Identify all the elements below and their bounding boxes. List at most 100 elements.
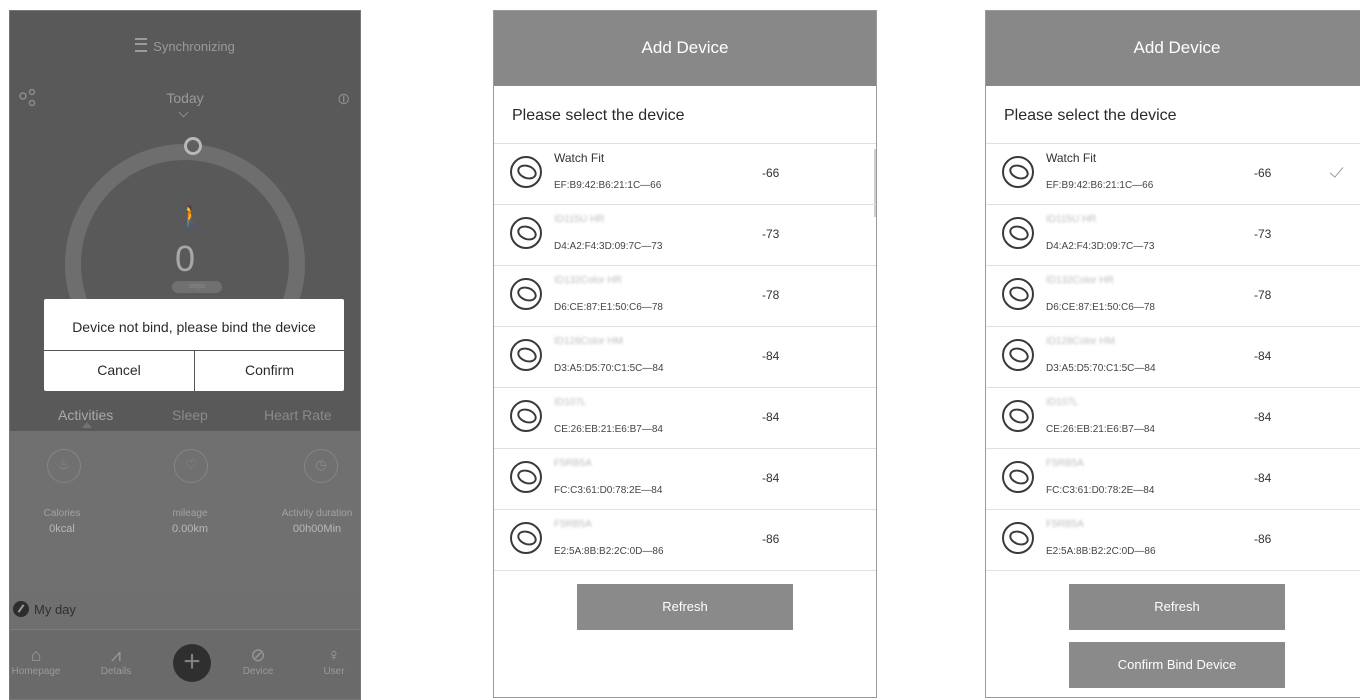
device-name: Watch Fit: [1046, 151, 1097, 165]
device-rssi: -84: [1254, 349, 1272, 363]
tab-sleep[interactable]: Sleep: [172, 407, 208, 423]
nav-user[interactable]: ♀ User: [304, 644, 360, 677]
add-device-screen-selected: Add Device Please select the device Watc…: [985, 10, 1360, 698]
band-icon: [1002, 522, 1034, 554]
band-icon: [510, 522, 542, 554]
mileage-label: mileage: [172, 508, 208, 519]
activity-duration-value: 00h00Min: [292, 523, 342, 535]
nav-homepage[interactable]: ⌂ Homepage: [10, 644, 66, 677]
tab-indicator: [82, 422, 92, 428]
nav-device-label: Device: [242, 666, 274, 677]
sync-text: Synchronizing: [153, 39, 235, 54]
progress-dot: [184, 137, 202, 155]
my-day-label: My day: [34, 602, 76, 617]
device-row[interactable]: ID107L CE:26:EB:21:E6:B7—84 -84: [494, 387, 876, 448]
refresh-button[interactable]: Refresh: [577, 584, 793, 630]
band-icon: [1002, 400, 1034, 432]
band-icon: [1002, 461, 1034, 493]
activity-duration-label: Activity duration: [281, 508, 353, 519]
device-row[interactable]: ID128Color HM D3:A5:D5:70:C1:5C—84 -84: [494, 326, 876, 387]
flame-icon: ♨: [47, 449, 81, 483]
checkmark-icon: [1329, 163, 1344, 178]
tab-heart-rate[interactable]: Heart Rate: [264, 407, 332, 423]
device-name: ID107L: [1046, 397, 1079, 408]
device-mac: D4:A2:F4:3D:09:7C—73: [1046, 241, 1155, 252]
cancel-button[interactable]: Cancel: [44, 351, 195, 391]
device-name: F5RB5A: [1046, 458, 1084, 469]
confirm-bind-device-button[interactable]: Confirm Bind Device: [1069, 642, 1285, 688]
my-day-row[interactable]: My day: [10, 591, 360, 629]
device-row[interactable]: ID132Color HR D6:CE:87:E1:50:C6—78 -78: [494, 265, 876, 326]
device-row-selected[interactable]: Watch Fit EF:B9:42:B6:21:1C—66 -66: [986, 143, 1360, 204]
device-row[interactable]: ID115U HR D4:A2:F4:3D:09:7C—73 -73: [494, 204, 876, 265]
steps-value: 0: [174, 238, 196, 279]
compass-icon: ⊘: [250, 645, 266, 665]
add-device-screen: Add Device Please select the device Watc…: [493, 10, 877, 698]
band-icon: [510, 156, 542, 188]
nav-device[interactable]: ⊘ Device: [228, 644, 288, 677]
dialog-message: Device not bind, please bind the device: [44, 299, 344, 351]
device-row[interactable]: ID107L CE:26:EB:21:E6:B7—84 -84: [986, 387, 1360, 448]
device-name: ID132Color HR: [554, 275, 622, 286]
device-row[interactable]: Watch Fit EF:B9:42:B6:21:1C—66 -66: [494, 143, 876, 204]
location-pin-icon: ♡: [174, 449, 208, 483]
nav-details-label: Details: [100, 666, 132, 677]
device-rssi: -66: [762, 166, 780, 180]
device-list: Watch Fit EF:B9:42:B6:21:1C—66 -66 ID115…: [986, 143, 1360, 571]
calories-value: 0kcal: [49, 523, 75, 535]
device-name: F5RB5A: [1046, 519, 1084, 530]
band-icon: [510, 461, 542, 493]
device-rssi: -84: [762, 349, 780, 363]
device-name: ID128Color HM: [554, 336, 623, 347]
screen-title: Add Device: [494, 11, 876, 86]
device-name: F5RB5A: [554, 519, 592, 530]
device-name: ID128Color HM: [1046, 336, 1115, 347]
add-button[interactable]: +: [173, 644, 211, 682]
device-mac: D4:A2:F4:3D:09:7C—73: [554, 241, 663, 252]
device-rssi: -86: [1254, 532, 1272, 546]
band-icon: [1002, 278, 1034, 310]
metric-tabs: Activities Sleep Heart Rate: [10, 407, 360, 431]
confirm-button[interactable]: Confirm: [195, 351, 344, 391]
sync-icon: [135, 38, 148, 52]
compass-icon: [13, 601, 29, 617]
chevron-down-icon[interactable]: [178, 107, 189, 118]
bottom-nav: ⌂ Homepage ⩘ Details + ⊘ Device ♀ User: [10, 629, 360, 699]
nav-details[interactable]: ⩘ Details: [86, 644, 146, 677]
chart-icon: ⩘: [110, 645, 122, 665]
device-row[interactable]: ID128Color HM D3:A5:D5:70:C1:5C—84 -84: [986, 326, 1360, 387]
select-device-prompt: Please select the device: [1004, 107, 1177, 124]
band-icon: [510, 339, 542, 371]
calories-label: Calories: [43, 508, 81, 519]
device-name: Watch Fit: [554, 151, 605, 165]
device-rssi: -73: [762, 227, 780, 241]
band-icon: [1002, 217, 1034, 249]
device-mac: D3:A5:D5:70:C1:5C—84: [554, 363, 664, 374]
date-selector[interactable]: Today: [10, 90, 360, 106]
select-device-prompt: Please select the device: [512, 107, 685, 124]
device-rssi: -73: [1254, 227, 1272, 241]
user-icon: ♀: [327, 645, 341, 665]
sync-status: Synchronizing: [10, 38, 360, 54]
device-row[interactable]: F5RB5A FC:C3:61:D0:78:2E—84 -84: [494, 448, 876, 509]
device-mac: E2:5A:8B:B2:2C:0D—86: [554, 546, 664, 557]
device-name: ID115U HR: [1046, 214, 1097, 225]
device-row[interactable]: ID115U HR D4:A2:F4:3D:09:7C—73 -73: [986, 204, 1360, 265]
device-mac: CE:26:EB:21:E6:B7—84: [554, 424, 663, 435]
device-rssi: -84: [1254, 471, 1272, 485]
device-mac: D3:A5:D5:70:C1:5C—84: [1046, 363, 1156, 374]
device-row[interactable]: F5RB5A E2:5A:8B:B2:2C:0D—86 -86: [986, 509, 1360, 571]
mileage-value: 0.00km: [171, 523, 209, 535]
nav-user-label: User: [323, 666, 345, 677]
refresh-button[interactable]: Refresh: [1069, 584, 1285, 630]
band-icon: [510, 217, 542, 249]
device-row[interactable]: F5RB5A FC:C3:61:D0:78:2E—84 -84: [986, 448, 1360, 509]
device-row[interactable]: ID132Color HR D6:CE:87:E1:50:C6—78 -78: [986, 265, 1360, 326]
device-rssi: -66: [1254, 166, 1272, 180]
device-mac: D6:CE:87:E1:50:C6—78: [1046, 302, 1155, 313]
device-name: ID132Color HR: [1046, 275, 1114, 286]
device-row[interactable]: F5RB5A E2:5A:8B:B2:2C:0D—86 -86: [494, 509, 876, 571]
device-mac: CE:26:EB:21:E6:B7—84: [1046, 424, 1155, 435]
device-list: Watch Fit EF:B9:42:B6:21:1C—66 -66 ID115…: [494, 143, 876, 571]
tab-activities[interactable]: Activities: [58, 407, 113, 423]
